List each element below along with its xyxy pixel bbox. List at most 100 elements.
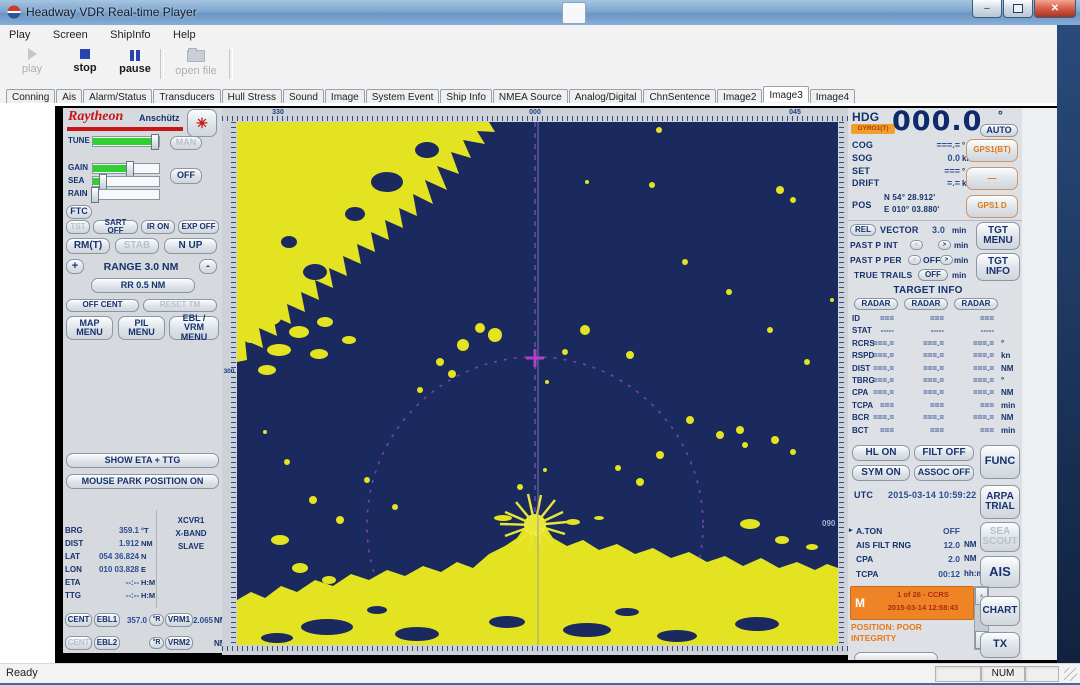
tab[interactable]: Conning bbox=[6, 89, 55, 104]
slider-thumb[interactable] bbox=[99, 174, 107, 190]
pause-button[interactable]: pause bbox=[108, 47, 162, 75]
chart-button[interactable]: CHART bbox=[980, 596, 1020, 626]
auto-button[interactable]: AUTO bbox=[980, 124, 1018, 137]
assoc-off-button[interactable]: ASSOC OFF bbox=[914, 465, 974, 481]
cent2-button[interactable]: CENT bbox=[65, 636, 92, 650]
pil-menu-button[interactable]: PIL MENU bbox=[118, 316, 165, 340]
hl-on-button[interactable]: HL ON bbox=[852, 445, 910, 461]
tab[interactable]: Ship Info bbox=[440, 89, 491, 104]
ebl1-deg-button[interactable]: °R bbox=[149, 614, 164, 626]
reset-tm-button[interactable]: RESET TM bbox=[143, 299, 217, 312]
vrm2-button[interactable]: VRM2 bbox=[165, 636, 193, 650]
man-button[interactable]: MAN bbox=[170, 136, 202, 150]
stop-button[interactable]: stop bbox=[58, 47, 112, 74]
ebl-vrm-menu-button[interactable]: EBL / VRM MENU bbox=[169, 316, 219, 340]
filt-off-button[interactable]: FILT OFF bbox=[914, 445, 974, 461]
radar-logo-button[interactable]: ✳ bbox=[187, 109, 217, 137]
close-button[interactable]: ✕ bbox=[1034, 0, 1076, 18]
range-plus-button[interactable]: + bbox=[66, 259, 84, 274]
ais-unit: NM bbox=[964, 554, 976, 563]
slider-thumb[interactable] bbox=[151, 134, 159, 150]
tst-button[interactable]: TST bbox=[66, 220, 90, 234]
tab[interactable]: Image4 bbox=[810, 89, 855, 104]
rel-button[interactable]: REL bbox=[850, 224, 876, 236]
exp-off-button[interactable]: EXP OFF bbox=[178, 220, 219, 234]
slider-track[interactable] bbox=[92, 189, 160, 200]
open-file-button[interactable]: open file bbox=[166, 47, 226, 77]
menu-screen[interactable]: Screen bbox=[44, 27, 97, 43]
tab[interactable]: Alarm/Status bbox=[83, 89, 152, 104]
range-rings-button[interactable]: RR 0.5 NM bbox=[91, 278, 195, 293]
past-int-left-arrow-button[interactable]: < bbox=[910, 240, 923, 250]
sart-off-button[interactable]: SART OFF bbox=[93, 220, 138, 234]
radar-target-button-2[interactable]: RADAR bbox=[904, 298, 948, 310]
tab[interactable]: Image bbox=[325, 89, 365, 104]
slider-thumb[interactable] bbox=[126, 161, 134, 177]
stab-button[interactable]: STAB bbox=[115, 238, 159, 254]
past-int-right-arrow-button[interactable]: > bbox=[938, 240, 951, 250]
radar-target-button-1[interactable]: RADAR bbox=[854, 298, 898, 310]
tgt-menu-button[interactable]: TGT MENU bbox=[976, 222, 1020, 250]
gps1-bt-button[interactable]: GPS1(BT) bbox=[966, 139, 1018, 162]
tab[interactable]: Image3 bbox=[763, 86, 808, 102]
func-button[interactable]: FUNC bbox=[980, 445, 1020, 479]
tab[interactable]: Sound bbox=[283, 89, 324, 104]
minimize-button[interactable]: – bbox=[972, 0, 1002, 18]
sym-on-button[interactable]: SYM ON bbox=[852, 465, 910, 481]
vrm1-button[interactable]: VRM1 bbox=[165, 613, 193, 627]
radar2-value: === bbox=[900, 314, 944, 323]
n-up-button[interactable]: N UP bbox=[164, 238, 217, 254]
radar3-value: ===.= bbox=[950, 376, 994, 385]
show-eta-ttg-button[interactable]: SHOW ETA + TTG bbox=[66, 453, 219, 468]
play-button[interactable]: play bbox=[5, 47, 59, 75]
map-menu-button[interactable]: MAP MENU bbox=[66, 316, 113, 340]
ais-row: A.TON OFF bbox=[848, 526, 1022, 540]
tab[interactable]: Ais bbox=[56, 89, 82, 104]
resize-grip[interactable] bbox=[1064, 668, 1077, 681]
tab[interactable]: Image2 bbox=[717, 89, 762, 104]
ais-button[interactable]: AIS bbox=[980, 556, 1020, 588]
radar2-value: ===.= bbox=[900, 376, 944, 385]
off-cent-button[interactable]: OFF CENT bbox=[66, 299, 139, 312]
tab[interactable]: Transducers bbox=[153, 89, 220, 104]
rm-button[interactable]: RM(T) bbox=[66, 238, 110, 254]
past-per-left-arrow-button[interactable]: < bbox=[908, 255, 921, 265]
menu-help[interactable]: Help bbox=[164, 27, 205, 43]
tgt-info-button[interactable]: TGT INFO bbox=[976, 253, 1020, 281]
slider-track[interactable] bbox=[92, 176, 160, 187]
true-trails-off-button[interactable]: OFF bbox=[918, 269, 948, 281]
dash-button[interactable]: — bbox=[966, 167, 1018, 190]
radar-ppi-display[interactable]: 090 bbox=[237, 122, 838, 645]
ebl2-deg-button[interactable]: °R bbox=[149, 637, 164, 649]
tab[interactable]: ChnSentence bbox=[643, 89, 716, 104]
alert-box[interactable]: M 1 of 26 - CCRS 2015-03-14 12:58:43 bbox=[850, 586, 974, 620]
ebl2-button[interactable]: EBL2 bbox=[94, 636, 120, 650]
slider-track[interactable] bbox=[92, 163, 160, 174]
titlebar[interactable]: Headway VDR Real-time Player – ✕ bbox=[0, 0, 1080, 26]
tab[interactable]: NMEA Source bbox=[493, 89, 568, 104]
mouse-park-button[interactable]: MOUSE PARK POSITION ON bbox=[66, 474, 219, 489]
cent1-button[interactable]: CENT bbox=[65, 613, 92, 627]
cropped-button[interactable] bbox=[854, 652, 938, 660]
off-button[interactable]: OFF bbox=[170, 168, 202, 184]
radar-target-button-3[interactable]: RADAR bbox=[954, 298, 998, 310]
tab[interactable]: Analog/Digital bbox=[569, 89, 643, 104]
gps1-d-button[interactable]: GPS1 D bbox=[966, 195, 1018, 218]
status-ready: Ready bbox=[6, 667, 38, 679]
ftc-button[interactable]: FTC bbox=[66, 205, 92, 219]
past-per-right-arrow-button[interactable]: > bbox=[940, 255, 953, 265]
slider-thumb[interactable] bbox=[91, 187, 99, 203]
ebl1-button[interactable]: EBL1 bbox=[94, 613, 120, 627]
arpa-trial-button[interactable]: ARPA TRIAL bbox=[980, 485, 1020, 519]
menu-shipinfo[interactable]: ShipInfo bbox=[101, 27, 159, 43]
ir-on-button[interactable]: IR ON bbox=[141, 220, 175, 234]
range-minus-button[interactable]: - bbox=[199, 259, 217, 274]
tab[interactable]: System Event bbox=[366, 89, 440, 104]
menu-play[interactable]: Play bbox=[0, 27, 39, 43]
toolbar-separator bbox=[229, 49, 233, 79]
maximize-icon bbox=[1013, 4, 1023, 13]
slider-track[interactable] bbox=[92, 136, 160, 147]
maximize-button[interactable] bbox=[1003, 0, 1033, 18]
tab[interactable]: Hull Stress bbox=[222, 89, 282, 104]
tx-button[interactable]: TX bbox=[980, 632, 1020, 658]
